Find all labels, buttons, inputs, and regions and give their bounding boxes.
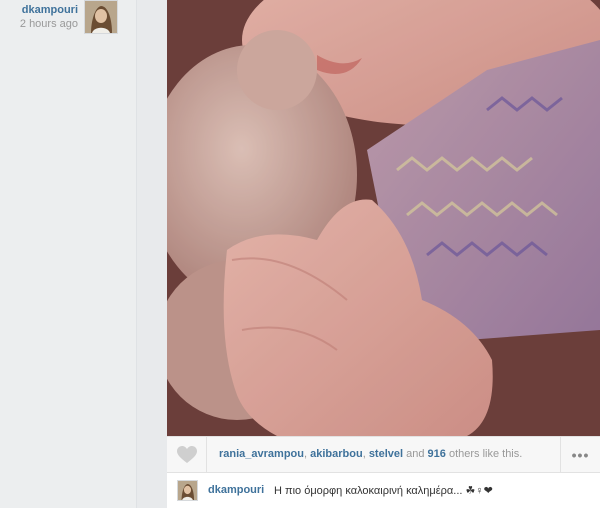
like-button[interactable] <box>167 437 207 473</box>
likes-suffix: others like this. <box>445 448 523 460</box>
more-options-button[interactable]: ••• <box>560 437 600 473</box>
author-avatar[interactable] <box>84 0 118 34</box>
post-timestamp: 2 hours ago <box>19 18 78 30</box>
likes-summary: rania_avrampou, akibarbou, stelvel and 9… <box>219 448 522 460</box>
likes-count[interactable]: 916 <box>428 448 446 460</box>
post-author-link[interactable]: dkampouri <box>0 4 78 17</box>
liker-link[interactable]: rania_avrampou <box>219 448 304 460</box>
heart-icon <box>176 446 197 463</box>
likes-bar: rania_avrampou, akibarbou, stelvel and 9… <box>167 436 600 473</box>
avatar-image <box>85 1 117 33</box>
liker-link[interactable]: stelvel <box>369 448 403 460</box>
post-author-block: dkampouri 2 hours ago <box>0 4 78 31</box>
liker-link[interactable]: akibarbou <box>310 448 363 460</box>
likes-and-text: and <box>403 448 428 460</box>
post-photo[interactable] <box>167 0 600 436</box>
caption-author-link[interactable]: dkampouri <box>208 484 264 496</box>
caption-author-avatar[interactable] <box>177 480 198 501</box>
left-gutter: dkampouri 2 hours ago <box>0 0 137 508</box>
content-gap <box>137 0 167 508</box>
avatar-image <box>178 481 197 500</box>
caption-row: dkampouri Η πιο όμορφη καλοκαιρινή καλημ… <box>167 473 600 508</box>
baby-photo-image <box>167 0 600 436</box>
caption-text: Η πιο όμορφη καλοκαιρινή καλημέρα... ☘♀❤ <box>274 485 493 497</box>
